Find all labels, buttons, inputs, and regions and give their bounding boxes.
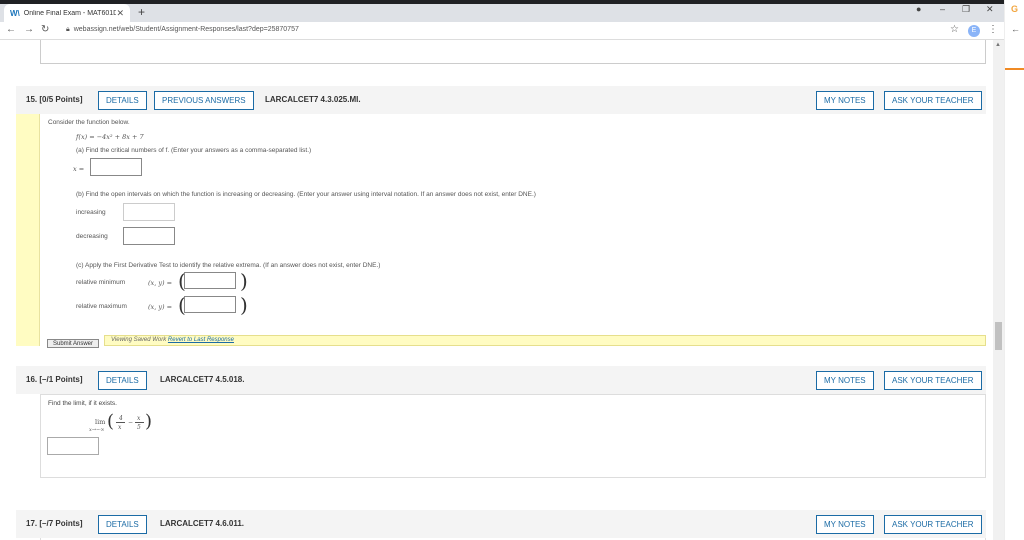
question-16-header: 16. [–/1 Points] DETAILS LARCALCET7 4.5.… (16, 366, 986, 394)
question-17-header: 17. [–/7 Points] DETAILS LARCALCET7 4.6.… (16, 510, 986, 538)
part-a-prompt: (a) Find the critical numbers of f. (Ent… (76, 147, 312, 154)
forward-icon[interactable]: → (24, 24, 34, 35)
revert-link[interactable]: Revert to Last Response (168, 337, 234, 343)
decreasing-label: decreasing (76, 233, 108, 240)
browser-tab-bar: W\ Online Final Exam - MAT601D, S ✕ + ● … (0, 0, 1004, 22)
window-top-edge (0, 0, 1004, 4)
question-15-body: Consider the function below. f(x) = −4x²… (16, 114, 986, 350)
fraction-1-bar (116, 422, 125, 423)
critical-numbers-input[interactable] (90, 158, 142, 176)
lock-icon: 🔒︎ (66, 26, 70, 33)
url-text: webassign.net/web/Student/Assignment-Res… (73, 26, 299, 33)
fraction-2-denominator: 5 (137, 424, 141, 431)
url-field[interactable]: 🔒︎ webassign.net/web/Student/Assignment-R… (66, 26, 299, 34)
x-label: x = (73, 165, 85, 173)
question-intro: Consider the function below. (48, 119, 130, 126)
saved-work-bar: Viewing Saved Work Revert to Last Respon… (104, 335, 986, 346)
increasing-input[interactable] (123, 203, 175, 221)
decreasing-input[interactable] (123, 227, 175, 245)
ask-your-teacher-button[interactable]: ASK YOUR TEACHER (884, 91, 982, 110)
fraction-1-numerator: 4 (119, 415, 123, 422)
increasing-label: increasing (76, 209, 106, 216)
ask-your-teacher-button[interactable]: ASK YOUR TEACHER (884, 515, 982, 534)
question-code: LARCALCET7 4.3.025.MI. (265, 95, 361, 104)
question-number: 17. [–/7 Points] (26, 519, 83, 528)
submit-answer-button[interactable]: Submit Answer (47, 339, 99, 348)
limit-prompt: Find the limit, if it exists. (48, 400, 117, 407)
record-icon[interactable]: ● (916, 4, 921, 14)
close-paren: ) (145, 411, 153, 432)
part-c-prompt: (c) Apply the First Derivative Test to i… (76, 262, 381, 269)
open-paren: ( (107, 411, 115, 432)
scroll-up-icon[interactable]: ▲ (995, 42, 1001, 48)
fraction-2-bar (135, 422, 144, 423)
question-code: LARCALCET7 4.5.018. (160, 375, 245, 384)
page-content: 15. [0/5 Points] DETAILS PREVIOUS ANSWER… (0, 40, 993, 540)
saved-work-text: Viewing Saved Work Revert to Last Respon… (111, 337, 234, 343)
details-button[interactable]: DETAILS (98, 91, 147, 110)
minimize-icon[interactable]: – (940, 4, 945, 14)
xy-label: (x, y) = (148, 279, 173, 287)
browser-tab[interactable]: W\ Online Final Exam - MAT601D, S ✕ (4, 4, 130, 22)
side-gutter: G ← (1004, 0, 1024, 540)
previous-question-box (40, 40, 986, 64)
extension-icon[interactable]: G (1011, 4, 1018, 14)
relative-minimum-input[interactable] (184, 272, 236, 289)
minus-sign: − (128, 419, 134, 426)
window-close-icon[interactable]: ✕ (986, 4, 994, 15)
relative-minimum-label: relative minimum (76, 279, 126, 286)
xy-label: (x, y) = (148, 303, 173, 311)
side-back-icon[interactable]: ← (1011, 24, 1020, 34)
scrollbar-thumb[interactable] (995, 322, 1002, 350)
tab-close-icon[interactable]: ✕ (116, 8, 124, 19)
profile-avatar[interactable]: E (968, 25, 980, 37)
limit-answer-input[interactable] (47, 437, 99, 455)
my-notes-button[interactable]: MY NOTES (816, 515, 874, 534)
page-scrollbar[interactable]: ▲ (993, 40, 1004, 540)
details-button[interactable]: DETAILS (98, 515, 147, 534)
restore-icon[interactable]: ❐ (962, 4, 970, 15)
address-bar: ← → ↻ 🔒︎ webassign.net/web/Student/Assign… (0, 22, 1004, 40)
question-number: 16. [–/1 Points] (26, 375, 83, 384)
bookmark-star-icon[interactable]: ☆ (950, 24, 959, 35)
accent-bar (1005, 68, 1024, 70)
back-icon[interactable]: ← (6, 24, 16, 35)
close-paren: ) (240, 269, 248, 293)
new-tab-icon[interactable]: + (138, 5, 145, 19)
relative-maximum-input[interactable] (184, 296, 236, 313)
previous-answers-button[interactable]: PREVIOUS ANSWERS (154, 91, 254, 110)
details-button[interactable]: DETAILS (98, 371, 147, 390)
fraction-1-denominator: x (118, 424, 122, 431)
question-number: 15. [0/5 Points] (26, 95, 83, 104)
reload-icon[interactable]: ↻ (41, 24, 49, 35)
lim-subscript: x→−∞ (89, 427, 105, 433)
webassign-logo-icon: W\ (10, 8, 20, 18)
lim-operator: lim (95, 418, 106, 426)
question-code: LARCALCET7 4.6.011. (160, 519, 245, 528)
tab-title: Online Final Exam - MAT601D, S (23, 9, 117, 17)
part-b-prompt: (b) Find the open intervals on which the… (76, 191, 536, 198)
answered-indicator-strip (16, 114, 40, 346)
question-16-body: Find the limit, if it exists. lim x→−∞ (… (40, 394, 986, 478)
fraction-2-numerator: x (137, 415, 141, 422)
my-notes-button[interactable]: MY NOTES (816, 371, 874, 390)
menu-kebab-icon[interactable]: ⋮ (988, 24, 998, 35)
close-paren: ) (240, 293, 248, 317)
ask-your-teacher-button[interactable]: ASK YOUR TEACHER (884, 371, 982, 390)
relative-maximum-label: relative maximum (76, 303, 127, 310)
function-definition: f(x) = −4x² + 8x + 7 (76, 133, 144, 141)
my-notes-button[interactable]: MY NOTES (816, 91, 874, 110)
question-15-header: 15. [0/5 Points] DETAILS PREVIOUS ANSWER… (16, 86, 986, 114)
